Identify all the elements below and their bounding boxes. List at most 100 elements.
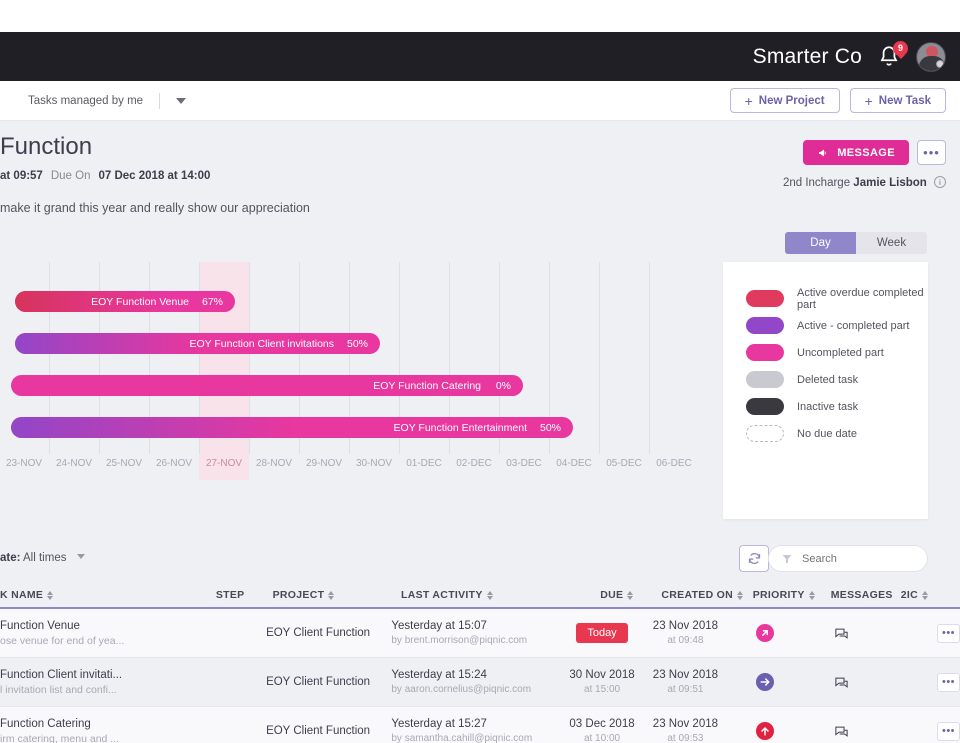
table-column-label: STEP (215, 589, 245, 601)
cell-last-activity: Yesterday at 15:27 by samantha.cahill@piq… (391, 718, 560, 743)
info-icon[interactable]: i (934, 176, 946, 188)
incharge-name: Jamie Lisbon (853, 177, 927, 189)
refresh-button[interactable] (739, 545, 769, 572)
created-date: 23 Nov 2018 (652, 718, 719, 730)
filter-icon (782, 554, 792, 563)
sort-icon[interactable] (47, 590, 54, 600)
axis-tick-label: 26-NOV (155, 458, 193, 469)
gantt-bar-label: EOY Function Client invitations (189, 337, 334, 350)
message-button-label: MESSAGE (837, 146, 895, 159)
axis-tick-label: 03-DEC (506, 458, 542, 469)
legend-item: No due date (746, 420, 928, 447)
task-subtitle: ose venue for end of yea... (0, 634, 125, 647)
table-column-label: CREATED ON (661, 589, 734, 601)
view-toggle: Day Week (785, 232, 927, 254)
chart-legend: Active overdue completed part Active - co… (723, 262, 928, 519)
axis-tick-label: 28-NOV (255, 458, 293, 469)
task-more-button[interactable]: ••• (917, 140, 946, 165)
legend-swatch (746, 371, 784, 388)
search-input[interactable] (802, 552, 912, 565)
table-row[interactable]: Function Catering irm catering, menu and … (0, 707, 960, 743)
tab-day[interactable]: Day (785, 232, 856, 254)
legend-label: Active overdue completed part (797, 286, 924, 311)
table-column-header[interactable]: DUE (574, 589, 660, 601)
created-time: at 09:53 (667, 733, 704, 743)
table-column-header[interactable]: PROJECT (273, 589, 401, 601)
cell-created-on: 23 Nov 2018 at 09:53 (644, 718, 727, 743)
legend-item: Active - completed part (746, 312, 928, 339)
table-row[interactable]: Function Client invitati... l invitation … (0, 658, 960, 707)
gantt-bar[interactable]: 50% EOY Function Client invitations (15, 333, 380, 354)
task-header-actions: MESSAGE ••• 2nd Incharge Jamie Lisbon i (783, 140, 946, 189)
search-box[interactable] (768, 545, 928, 572)
chevron-down-icon[interactable] (176, 97, 187, 104)
sort-icon[interactable] (486, 590, 493, 600)
legend-label: No due date (797, 427, 857, 440)
created-time: at 09:51 (667, 684, 704, 695)
row-more-button[interactable]: ••• (937, 721, 960, 741)
gantt-bar-label: EOY Function Catering (373, 379, 481, 392)
table-column-header[interactable]: PRIORITY (745, 589, 823, 601)
legend-item: Deleted task (746, 366, 928, 393)
gantt-bar-completed (11, 417, 292, 438)
cell-messages[interactable] (803, 675, 879, 690)
due-on-value: 07 Dec 2018 at 14:00 (98, 170, 211, 182)
user-avatar[interactable] (916, 41, 946, 72)
table-column-label: K NAME (0, 589, 44, 601)
table-column-header: MESSAGES (823, 589, 901, 601)
cell-messages[interactable] (803, 626, 879, 641)
axis-tick-label: 27-NOV (205, 458, 243, 469)
legend-label: Active - completed part (797, 319, 910, 332)
toolbar-actions: + New Project + New Task (729, 88, 960, 113)
legend-swatch (746, 425, 784, 442)
row-more-button[interactable]: ••• (937, 623, 960, 643)
gantt-bars: 67% EOY Function Venue 50% EOY Function Cli… (0, 262, 706, 480)
sort-icon[interactable] (737, 590, 744, 600)
gantt-bar[interactable]: 50% EOY Function Entertainment (11, 417, 573, 438)
table-column-header[interactable]: LAST ACTIVITY (401, 589, 574, 601)
message-button[interactable]: MESSAGE (803, 140, 909, 165)
cell-task-name: Function Venue ose venue for end of yea..… (0, 620, 183, 647)
chat-icon (834, 726, 848, 737)
table-body: Function Venue ose venue for end of yea..… (0, 609, 960, 743)
table-row[interactable]: Function Venue ose venue for end of yea..… (0, 609, 960, 658)
chat-icon (834, 628, 848, 639)
created-time: at 09:48 (667, 635, 704, 646)
priority-icon (755, 722, 774, 740)
secondary-toolbar: Tasks managed by me + New Project + New … (0, 81, 960, 121)
tab-week[interactable]: Week (856, 232, 927, 254)
date-filter-label: ate: (0, 552, 21, 564)
legend-swatch (746, 398, 784, 415)
cell-messages[interactable] (803, 724, 879, 739)
chat-icon (834, 677, 848, 688)
axis-tick-label: 29-NOV (305, 458, 343, 469)
activity-author: by samantha.cahill@piqnic.com (391, 733, 533, 743)
notifications-button[interactable]: 9 (876, 40, 908, 71)
sort-icon[interactable] (328, 590, 335, 600)
date-filter[interactable]: ate: All times (0, 552, 85, 564)
sort-icon[interactable] (808, 590, 815, 600)
sort-icon[interactable] (627, 590, 634, 600)
table-column-header[interactable]: 2IC (901, 589, 960, 601)
gantt-bar[interactable]: 67% EOY Function Venue (15, 291, 235, 312)
table-column-header[interactable]: CREATED ON (660, 589, 745, 601)
notification-badge: 9 (893, 40, 908, 59)
new-project-button[interactable]: + New Project (729, 88, 840, 113)
due-date: 03 Dec 2018 (569, 718, 635, 730)
row-more-button[interactable]: ••• (937, 672, 960, 692)
due-date: 30 Nov 2018 (569, 669, 635, 681)
refresh-icon (748, 553, 760, 564)
gantt-bar[interactable]: 0% EOY Function Catering (11, 375, 523, 396)
legend-swatch (746, 344, 784, 361)
chart-x-axis: 23-NOV 24-NOV 25-NOV 26-NOV 27-NOV 28-NOV 29-N… (0, 458, 706, 480)
megaphone-icon (819, 149, 826, 156)
table-column-label: PRIORITY (752, 589, 805, 601)
cell-due: 03 Dec 2018 at 10:00 (560, 718, 644, 743)
page-top-strip (0, 0, 960, 32)
task-name: Function Venue (0, 619, 80, 632)
legend-swatch (746, 317, 784, 334)
sort-icon[interactable] (922, 590, 928, 600)
new-task-button[interactable]: + New Task (849, 88, 946, 113)
cell-project: EOY Client Function (266, 676, 371, 688)
table-column-header[interactable]: K NAME (0, 589, 188, 601)
